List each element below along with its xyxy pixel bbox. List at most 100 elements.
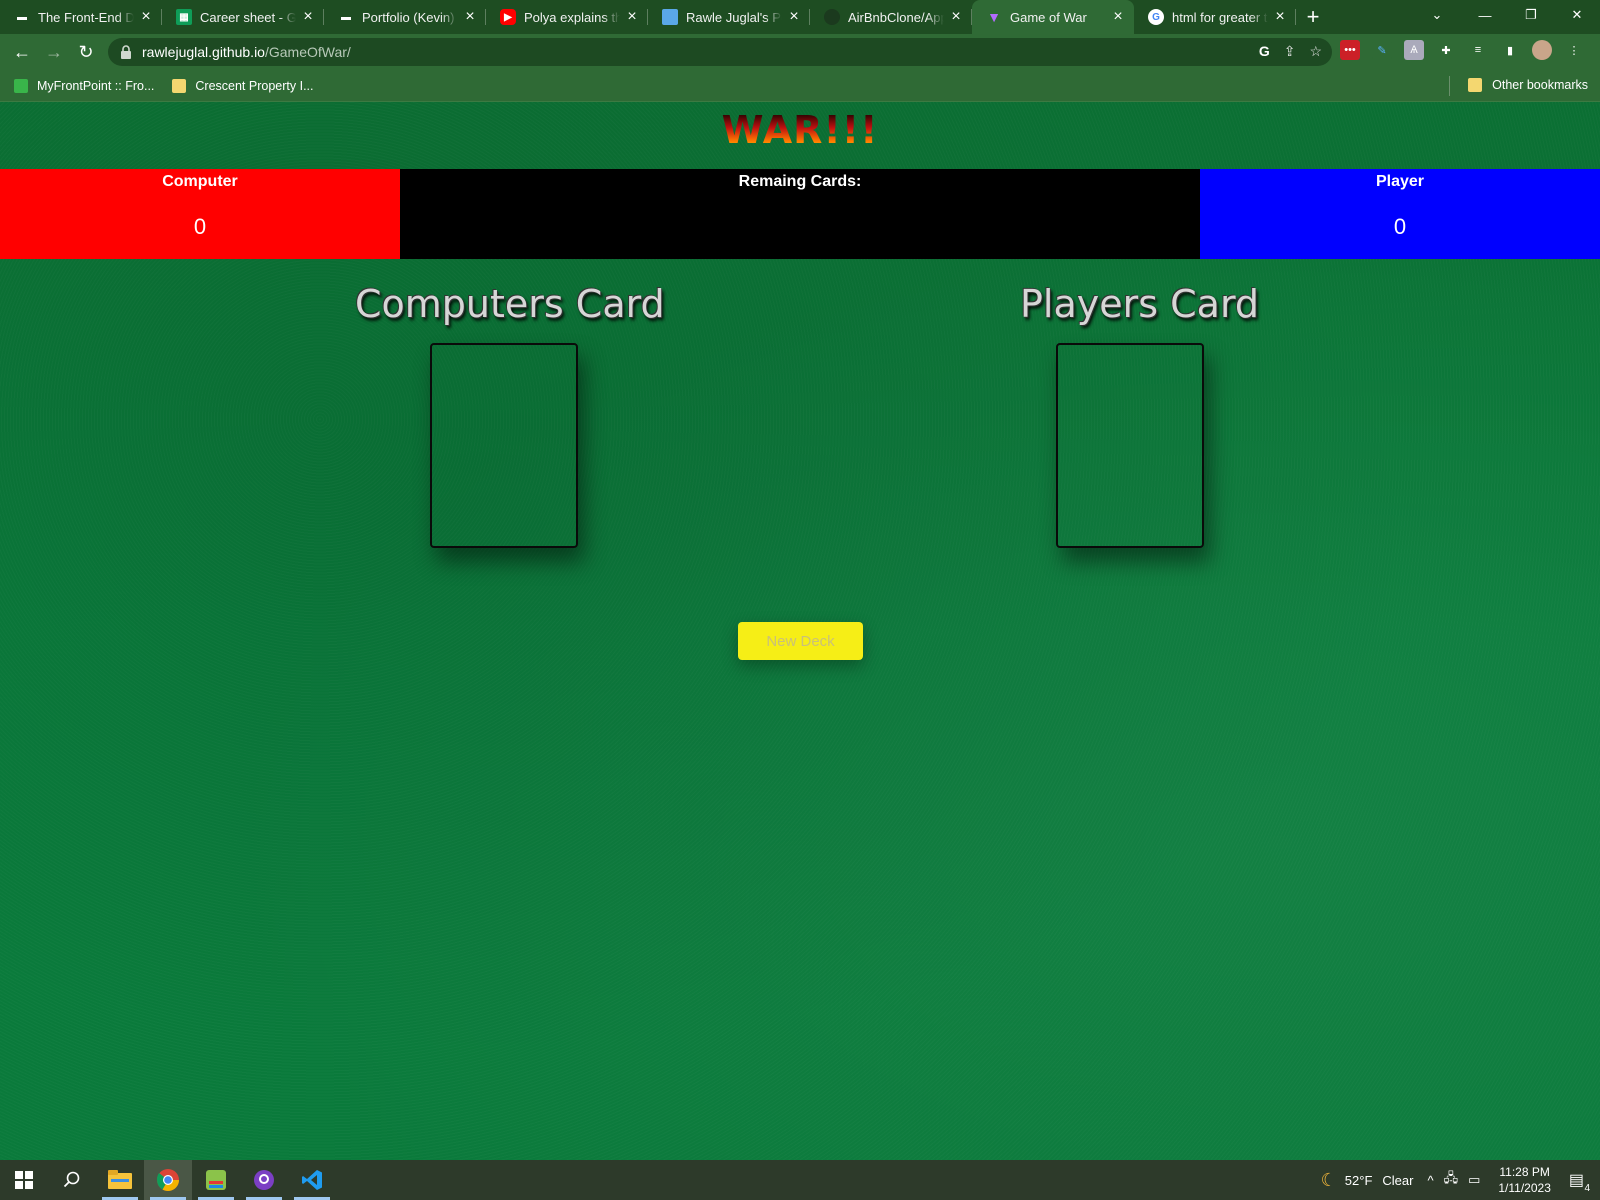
windows-start-icon[interactable]	[0, 1160, 48, 1200]
bookmark-label: MyFrontPoint :: Fro...	[37, 78, 155, 93]
close-icon[interactable]: ×	[1272, 9, 1288, 25]
pen-extension-icon[interactable]: ✎	[1372, 40, 1392, 60]
extensions-puzzle-icon[interactable]: ✚	[1436, 40, 1456, 60]
close-icon[interactable]: ×	[462, 9, 478, 25]
accessibility-extension-icon[interactable]: Ѧ	[1404, 40, 1424, 60]
player-label: Player	[1375, 173, 1425, 190]
google-lens-icon[interactable]: G	[1259, 43, 1270, 60]
clock-date: 1/11/2023	[1498, 1181, 1551, 1195]
close-icon[interactable]: ×	[1110, 9, 1126, 25]
computer-card-slot	[430, 343, 578, 548]
weather-desc[interactable]: Clear	[1382, 1173, 1413, 1188]
github-desktop-icon[interactable]	[240, 1160, 288, 1200]
restore-icon[interactable]: ❐	[1508, 0, 1554, 30]
vscode-icon[interactable]	[288, 1160, 336, 1200]
battery-icon[interactable]: ▭	[1468, 1172, 1480, 1188]
tab-title: Career sheet - Goo	[200, 9, 296, 25]
portfolio-icon: ▬	[341, 11, 351, 23]
game-page: WAR!!! Computer 0 Remaing Cards: Player …	[0, 102, 1600, 1160]
front-end-dev-icon: ▬	[17, 11, 27, 23]
tab-airbnb-clone[interactable]: AirBnbClone/App.j ×	[810, 0, 972, 34]
lock-icon	[121, 45, 131, 59]
url-path: /GameOfWar/	[264, 44, 351, 60]
other-bookmarks[interactable]: Other bookmarks	[1468, 78, 1588, 92]
player-card-slot	[1056, 343, 1204, 548]
bookmarks-bar: MyFrontPoint :: Fro... Crescent Property…	[0, 70, 1600, 102]
bookmark-crescent[interactable]: Crescent Property I...	[172, 78, 314, 93]
bookmark-myfrontpoint[interactable]: MyFrontPoint :: Fro...	[14, 78, 155, 93]
tab-strip: ▬ The Front-End Dev × ▦ Career sheet - G…	[0, 0, 1600, 34]
folder-icon	[1468, 78, 1483, 92]
close-icon[interactable]: ×	[300, 9, 316, 25]
close-icon[interactable]: ×	[948, 9, 964, 25]
player-score: 0	[1393, 214, 1407, 239]
notification-count: 4	[1584, 1183, 1590, 1194]
system-tray: ☾ 52°F Clear ^ 🖧 ▭ 11:28 PM 1/11/2023 ▤ 4	[1321, 1160, 1600, 1200]
player-card-heading: Players Card	[1020, 282, 1260, 326]
taskbar: ☾ 52°F Clear ^ 🖧 ▭ 11:28 PM 1/11/2023 ▤ 4	[0, 1160, 1600, 1200]
bookmark-label: Crescent Property I...	[195, 78, 314, 93]
computer-label: Computer	[162, 173, 238, 190]
new-deck-button[interactable]: New Deck	[738, 622, 863, 660]
tab-polya[interactable]: ▶ Polya explains the ×	[486, 0, 648, 34]
tab-title: Game of War	[1010, 9, 1087, 25]
remaining-cards-panel: Remaing Cards:	[400, 169, 1200, 259]
monitor-icon	[662, 9, 678, 25]
reading-list-icon[interactable]: ≡	[1468, 40, 1488, 60]
tab-career-sheet[interactable]: ▦ Career sheet - Goo ×	[162, 0, 324, 34]
google-icon: G	[1148, 9, 1164, 25]
url-host: rawlejuglal.github.io	[142, 44, 265, 60]
avatar[interactable]	[1532, 40, 1552, 60]
reload-icon[interactable]: ↻	[70, 36, 102, 68]
bookmark-star-icon[interactable]: ☆	[1309, 43, 1322, 60]
player-score-panel: Player 0	[1200, 169, 1600, 259]
google-sheets-icon: ▦	[176, 9, 192, 25]
clock-time: 11:28 PM	[1499, 1165, 1550, 1179]
clock[interactable]: 11:28 PM 1/11/2023	[1498, 1164, 1551, 1196]
tab-title: The Front-End Dev	[38, 9, 134, 25]
search-icon[interactable]	[48, 1160, 96, 1200]
close-icon[interactable]: ×	[786, 9, 802, 25]
new-tab-button[interactable]: +	[1296, 0, 1330, 34]
vite-icon: ▼	[987, 9, 1001, 25]
tray-chevron-up-icon[interactable]: ^	[1427, 1173, 1433, 1188]
youtube-icon: ▶	[500, 9, 516, 25]
close-icon[interactable]: ×	[624, 9, 640, 25]
github-icon	[824, 9, 840, 25]
weather-temp[interactable]: 52°F	[1345, 1173, 1373, 1188]
minimize-icon[interactable]: —	[1462, 0, 1508, 30]
moon-weather-icon: ☾	[1320, 1169, 1337, 1190]
tab-title: Polya explains the	[524, 9, 620, 25]
back-arrow-icon[interactable]: ←	[6, 36, 38, 68]
lastpass-icon[interactable]: •••	[1340, 40, 1360, 60]
file-explorer-icon[interactable]	[96, 1160, 144, 1200]
tab-front-end-dev[interactable]: ▬ The Front-End Dev ×	[0, 0, 162, 34]
close-icon[interactable]: ×	[138, 9, 154, 25]
share-icon[interactable]: ⇪	[1284, 43, 1296, 60]
sticky-app-icon[interactable]	[192, 1160, 240, 1200]
address-bar[interactable]: rawlejuglal.github.io/GameOfWar/ G ⇪ ☆	[108, 38, 1332, 66]
notification-icon[interactable]: ▤ 4	[1569, 1170, 1590, 1194]
side-panel-icon[interactable]: ▮	[1500, 40, 1520, 60]
forward-arrow-icon[interactable]: →	[38, 36, 70, 68]
tab-title: html for greater th	[1172, 9, 1268, 25]
scoreboard: Computer 0 Remaing Cards: Player 0	[0, 169, 1600, 259]
tab-portfolio[interactable]: ▬ Portfolio (Kevin) ×	[324, 0, 486, 34]
network-icon[interactable]: 🖧	[1444, 1169, 1459, 1191]
menu-kebab-icon[interactable]: ⋮	[1564, 40, 1584, 60]
frontpoint-icon	[14, 78, 28, 93]
folder-icon	[172, 78, 187, 93]
tab-title: Rawle Juglal's Portf	[686, 9, 782, 25]
other-bookmarks-label: Other bookmarks	[1492, 78, 1588, 92]
remaining-cards-label: Remaing Cards:	[738, 173, 862, 190]
close-window-icon[interactable]: ✕	[1554, 0, 1600, 30]
tab-search-chevron-icon[interactable]: ⌄	[1422, 2, 1452, 28]
tab-rawle-portfolio[interactable]: Rawle Juglal's Portf ×	[648, 0, 810, 34]
tab-game-of-war[interactable]: ▼ Game of War ×	[972, 0, 1134, 34]
tab-html-greater[interactable]: G html for greater th ×	[1134, 0, 1296, 34]
computer-score: 0	[193, 214, 207, 239]
computer-score-panel: Computer 0	[0, 169, 400, 259]
chrome-icon[interactable]	[144, 1160, 192, 1200]
tab-title: Portfolio (Kevin)	[362, 9, 455, 25]
tab-title: AirBnbClone/App.j	[848, 9, 944, 25]
